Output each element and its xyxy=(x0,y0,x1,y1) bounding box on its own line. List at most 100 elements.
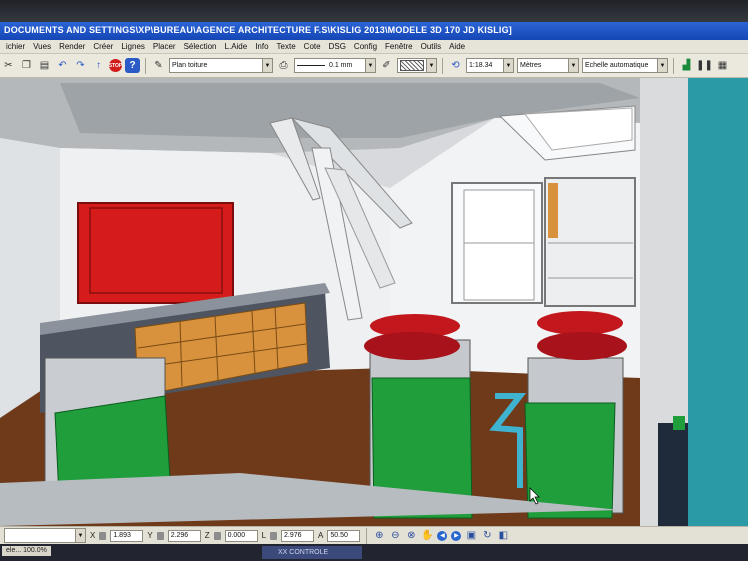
length-field[interactable]: 2.976 xyxy=(281,529,315,542)
stop-icon[interactable]: STOP xyxy=(109,59,122,72)
menu-render[interactable]: Render xyxy=(55,42,89,51)
scale-mode-value: Echelle automatique xyxy=(585,62,649,69)
menu-outils[interactable]: Outils xyxy=(417,42,445,51)
menu-vues[interactable]: Vues xyxy=(29,42,55,51)
menu-bar: ichier Vues Render Créer Lignes Placer S… xyxy=(0,40,748,54)
zoom-out-icon[interactable]: ⊖ xyxy=(389,530,401,542)
menu-fichier[interactable]: ichier xyxy=(2,42,29,51)
chevron-down-icon[interactable]: ▼ xyxy=(365,59,375,72)
next-view-icon[interactable]: ▶ xyxy=(451,530,462,541)
menu-placer[interactable]: Placer xyxy=(149,42,180,51)
fit-view-icon[interactable]: ▣ xyxy=(465,530,477,542)
cylinder-cap xyxy=(673,416,685,430)
lock-icon[interactable] xyxy=(270,531,278,540)
status-separator xyxy=(366,527,368,544)
prev-view-icon[interactable]: ◀ xyxy=(437,530,448,541)
chair-center-cushion xyxy=(364,332,460,360)
window-pane xyxy=(463,189,535,301)
window-shutter xyxy=(548,183,558,238)
chart-icon[interactable]: ▟ xyxy=(679,58,694,73)
main-toolbar: ✂ ❐ ▤ ↶ ↷ ↑ STOP ? ✎ Plan toiture ▼ ⎙ 0.… xyxy=(0,54,748,78)
render-icon[interactable]: ◧ xyxy=(497,530,509,542)
scale-select[interactable]: 1:18.34 ▼ xyxy=(466,58,514,73)
layer-tool-icon[interactable]: ⎙ xyxy=(276,58,291,73)
redo-icon[interactable]: ↷ xyxy=(73,58,88,73)
lock-icon[interactable] xyxy=(156,531,164,540)
refresh-icon[interactable]: ↻ xyxy=(481,530,493,542)
cyan-door xyxy=(688,78,748,526)
line-sample xyxy=(297,65,325,66)
menu-fenetre[interactable]: Fenêtre xyxy=(381,42,417,51)
chevron-down-icon[interactable]: ▼ xyxy=(262,59,272,72)
red-wall-panel xyxy=(77,202,234,304)
y-field[interactable]: 2.296 xyxy=(167,529,201,542)
line-width-text: 0.1 mm xyxy=(329,62,353,69)
up-arrow-icon[interactable]: ↑ xyxy=(91,58,106,73)
hatch-pattern-icon xyxy=(400,60,424,71)
x-field[interactable]: 1.893 xyxy=(110,529,144,542)
monitor-bezel xyxy=(0,0,748,22)
undo-icon[interactable]: ↶ xyxy=(55,58,70,73)
menu-creer[interactable]: Créer xyxy=(89,42,117,51)
zoom-window-icon[interactable]: ⊗ xyxy=(405,530,417,542)
lock-icon[interactable] xyxy=(99,531,107,540)
menu-aide[interactable]: Aide xyxy=(445,42,469,51)
toolbar-separator xyxy=(442,57,443,74)
chair-right-seat xyxy=(524,402,616,519)
y-label: Y xyxy=(147,531,153,540)
pause-icon[interactable]: ❚❚ xyxy=(696,58,713,73)
status-mode-select[interactable]: ▼ xyxy=(4,528,86,543)
menu-laide[interactable]: L.Aide xyxy=(221,42,252,51)
menu-texte[interactable]: Texte xyxy=(273,42,300,51)
x-label: X xyxy=(90,531,96,540)
rotate-view-icon[interactable]: ⟲ xyxy=(448,58,463,73)
z-label: Z xyxy=(204,531,210,540)
units-select[interactable]: Mètres ▼ xyxy=(517,58,579,73)
paste-icon[interactable]: ▤ xyxy=(37,58,52,73)
menu-lignes[interactable]: Lignes xyxy=(117,42,149,51)
chevron-down-icon[interactable]: ▼ xyxy=(75,529,85,542)
window-title: DOCUMENTS AND SETTINGS\XP\BUREAU\AGENCE … xyxy=(0,22,748,40)
line-width-select[interactable]: 0.1 mm ▼ xyxy=(294,58,376,73)
a-label: A xyxy=(318,531,324,540)
chair-right-cushion xyxy=(537,332,627,360)
zoom-in-icon[interactable]: ⊕ xyxy=(373,530,385,542)
chevron-down-icon[interactable]: ▼ xyxy=(426,59,436,72)
cut-icon[interactable]: ✂ xyxy=(1,58,16,73)
toolbar-separator xyxy=(145,57,146,74)
window-right xyxy=(544,177,636,307)
angle-field[interactable]: 50.50 xyxy=(327,529,361,542)
scale-mode-select[interactable]: Echelle automatique ▼ xyxy=(582,58,668,73)
chevron-down-icon[interactable]: ▼ xyxy=(657,59,667,72)
menu-info[interactable]: Info xyxy=(251,42,272,51)
menu-config[interactable]: Config xyxy=(350,42,381,51)
chevron-down-icon[interactable]: ▼ xyxy=(568,59,578,72)
3d-viewport[interactable] xyxy=(0,78,748,526)
copy-icon[interactable]: ❐ xyxy=(19,58,34,73)
help-icon[interactable]: ? xyxy=(125,58,140,73)
menu-selection[interactable]: Sélection xyxy=(180,42,221,51)
zoom-status: ele... 100.0% xyxy=(2,546,51,556)
lock-icon[interactable] xyxy=(213,531,221,540)
chair-right-cushion xyxy=(537,311,623,335)
toolbar-separator xyxy=(673,57,674,74)
units-value: Mètres xyxy=(520,62,542,69)
status-bar: ▼ X 1.893 Y 2.296 Z 0.000 L 2.976 A 50.5… xyxy=(0,526,748,544)
l-label: L xyxy=(261,531,267,540)
layer-select-value: Plan toiture xyxy=(172,62,208,69)
menu-dsg[interactable]: DSG xyxy=(325,42,350,51)
chevron-down-icon[interactable]: ▼ xyxy=(503,59,513,72)
hatch-select[interactable]: ▼ xyxy=(397,58,437,73)
layer-select[interactable]: Plan toiture ▼ xyxy=(169,58,273,73)
z-field[interactable]: 0.000 xyxy=(224,529,258,542)
grid-icon[interactable]: ▦ xyxy=(715,58,730,73)
scale-value: 1:18.34 xyxy=(469,62,493,69)
taskbar: ele... 100.0% XX CONTROLE xyxy=(0,544,748,561)
menu-cote[interactable]: Cote xyxy=(300,42,325,51)
pen-tool-icon[interactable]: ✐ xyxy=(379,58,394,73)
line-width-value: 0.1 mm xyxy=(297,62,352,69)
pan-hand-icon[interactable]: ✋ xyxy=(421,530,433,542)
taskbar-button[interactable]: XX CONTROLE xyxy=(262,546,362,559)
brush-icon[interactable]: ✎ xyxy=(151,58,166,73)
cylinder-object xyxy=(658,423,688,526)
